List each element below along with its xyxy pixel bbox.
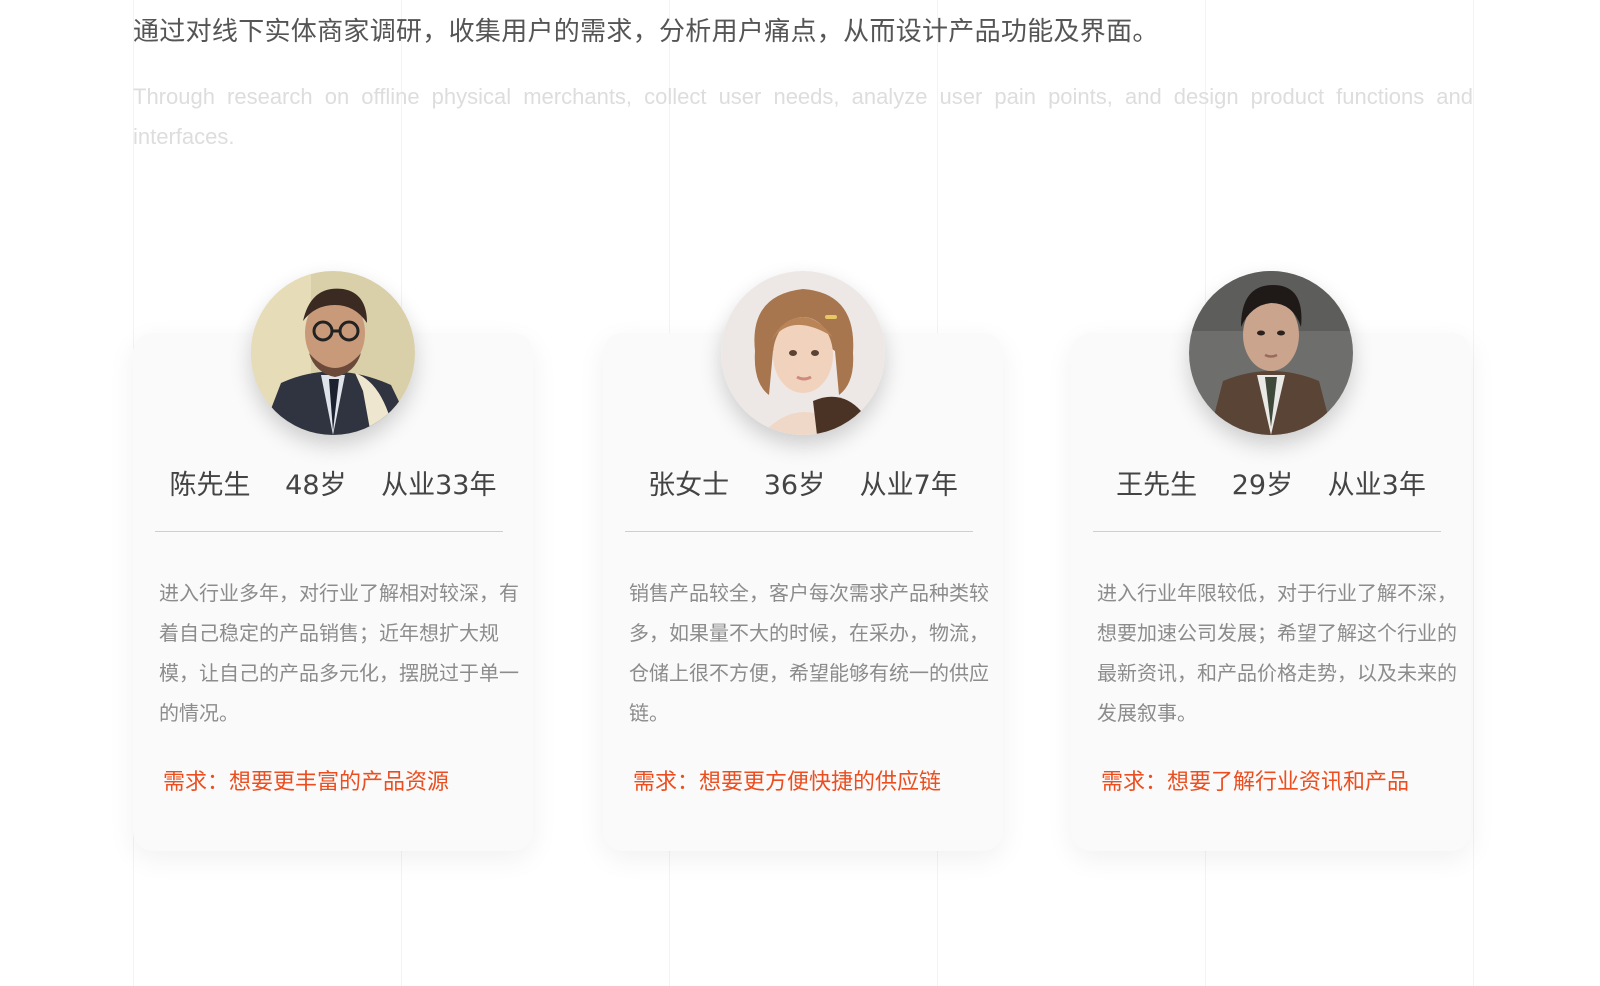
- persona-profile: 陈先生 48岁 从业33年: [133, 466, 533, 506]
- divider: [625, 531, 973, 532]
- persona-profile: 张女士 36岁 从业7年: [603, 466, 1003, 506]
- persona-description: 进入行业年限较低，对于行业了解不深，想要加速公司发展；希望了解这个行业的最新资讯…: [1097, 581, 1457, 725]
- persona-name: 张女士: [648, 470, 730, 501]
- persona-years: 从业33年: [381, 470, 497, 501]
- persona-age: 48岁: [285, 470, 347, 501]
- persona-years: 从业3年: [1327, 470, 1426, 501]
- persona-avatar: [721, 271, 885, 435]
- intro-english: Through research on offline physical mer…: [133, 84, 1473, 149]
- persona-avatar: [1189, 271, 1353, 435]
- persona-need: 需求：想要了解行业资讯和产品: [1101, 770, 1410, 795]
- persona-profile: 王先生 29岁 从业3年: [1071, 466, 1471, 506]
- persona-card: 王先生 29岁 从业3年 进入行业年限较低，对于行业了解不深，想要加速公司发展；…: [1071, 271, 1471, 851]
- persona-description: 销售产品较全，客户每次需求产品种类较多，如果量不大的时候，在采办，物流，仓储上很…: [629, 581, 989, 725]
- grid-line: [1473, 0, 1474, 986]
- persona-card: 张女士 36岁 从业7年 销售产品较全，客户每次需求产品种类较多，如果量不大的时…: [603, 271, 1003, 851]
- persona-age: 29岁: [1231, 470, 1294, 501]
- persona-description: 进入行业多年，对行业了解相对较深，有着自己稳定的产品销售；近年想扩大规模，让自己…: [159, 581, 519, 725]
- persona-age: 36岁: [763, 470, 826, 501]
- persona-card: 陈先生 48岁 从业33年 进入行业多年，对行业了解相对较深，有着自己稳定的产品…: [133, 271, 533, 851]
- persona-name: 陈先生: [169, 470, 251, 501]
- persona-need: 需求：想要更丰富的产品资源: [163, 770, 450, 795]
- persona-need: 需求：想要更方便快捷的供应链: [633, 770, 942, 795]
- persona-avatar: [251, 271, 415, 435]
- divider: [155, 531, 503, 532]
- divider: [1093, 531, 1441, 532]
- persona-name: 王先生: [1116, 470, 1198, 501]
- intro-heading: 通过对线下实体商家调研，收集用户的需求，分析用户痛点，从而设计产品功能及界面。: [133, 17, 1159, 47]
- persona-years: 从业7年: [859, 470, 958, 501]
